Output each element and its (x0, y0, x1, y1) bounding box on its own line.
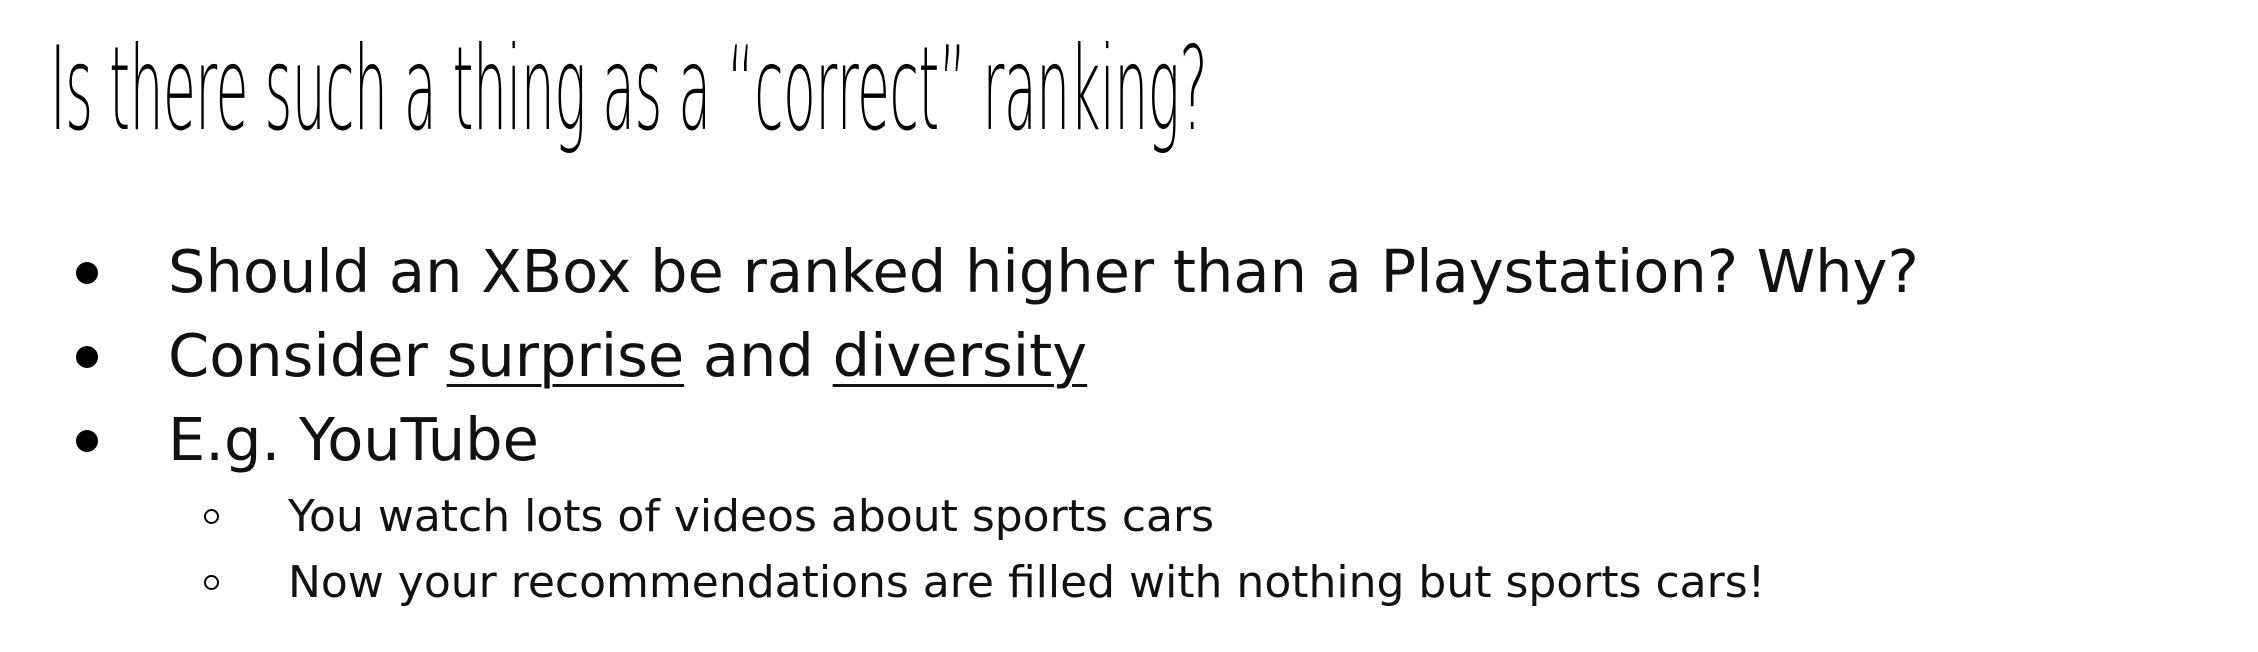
underlined-term-diversity: diversity (832, 321, 1088, 390)
filled-bullet-icon (76, 346, 98, 368)
sub-bullet-text: You watch lots of videos about sports ca… (288, 491, 1215, 542)
sub-bullet-text: Now your recommendations are filled with… (288, 557, 1766, 608)
slide: Is there such a thing as a “correct” ran… (0, 0, 2258, 652)
bullet-text-middle: and (684, 321, 833, 390)
slide-title: Is there such a thing as a “correct” ran… (50, 22, 1208, 157)
hollow-bullet-icon (204, 575, 219, 590)
sub-bullet-item-sports-car-videos: You watch lots of videos about sports ca… (204, 484, 1215, 550)
filled-bullet-icon (76, 262, 98, 284)
underlined-term-surprise: surprise (446, 321, 685, 390)
bullet-text: E.g. YouTube (168, 405, 539, 474)
bullet-text-prefix: Consider (168, 321, 447, 390)
bullet-item-youtube-example: E.g. YouTube (76, 398, 539, 482)
bullet-item-surprise-diversity: Consider surprise and diversity (76, 314, 1088, 398)
hollow-bullet-icon (204, 509, 219, 524)
sub-bullet-item-recommendations: Now your recommendations are filled with… (204, 550, 1766, 616)
bullet-text: Should an XBox be ranked higher than a P… (168, 237, 1919, 306)
bullet-item-console-ranking: Should an XBox be ranked higher than a P… (76, 230, 1919, 314)
filled-bullet-icon (76, 430, 98, 452)
